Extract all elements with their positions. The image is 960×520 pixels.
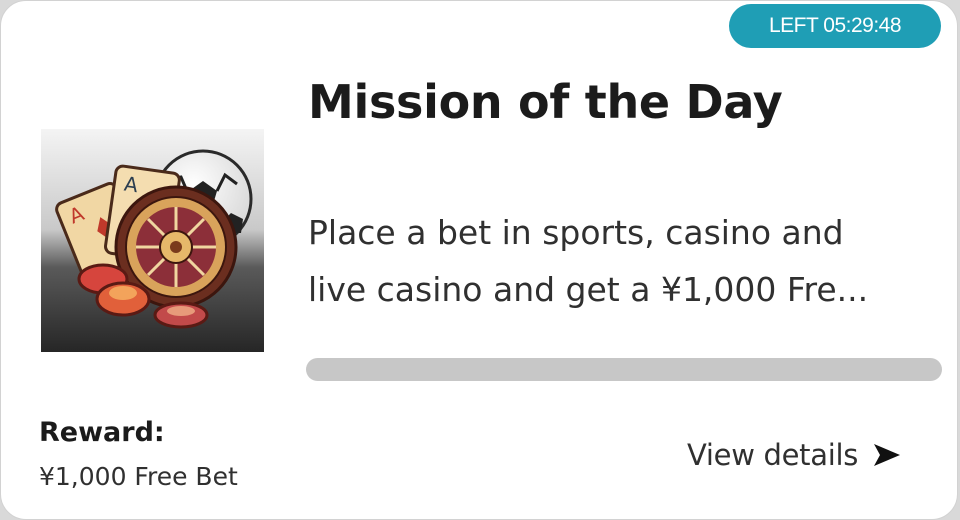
view-details-label: View details: [687, 438, 859, 472]
view-details-link[interactable]: View details: [687, 435, 902, 475]
arrow-right-icon: [874, 444, 901, 466]
time-left-badge: LEFT 05:29:48: [729, 4, 941, 48]
mission-card[interactable]: LEFT 05:29:48 Mission of the Day A A Pla…: [0, 0, 958, 520]
reward-value: ¥1,000 Free Bet: [39, 462, 238, 491]
mission-progress-bar: [306, 358, 942, 381]
mission-description-line-2: live casino and get a ¥1,000 Fre...: [308, 270, 869, 309]
mission-description-line-1: Place a bet in sports, casino and: [308, 213, 844, 252]
mission-description: Place a bet in sports, casino and live c…: [308, 204, 948, 318]
casino-sports-illustration-icon: A A: [41, 129, 264, 352]
mission-title: Mission of the Day: [308, 75, 783, 129]
reward-label: Reward:: [39, 417, 165, 448]
mission-thumbnail: A A: [41, 129, 264, 352]
